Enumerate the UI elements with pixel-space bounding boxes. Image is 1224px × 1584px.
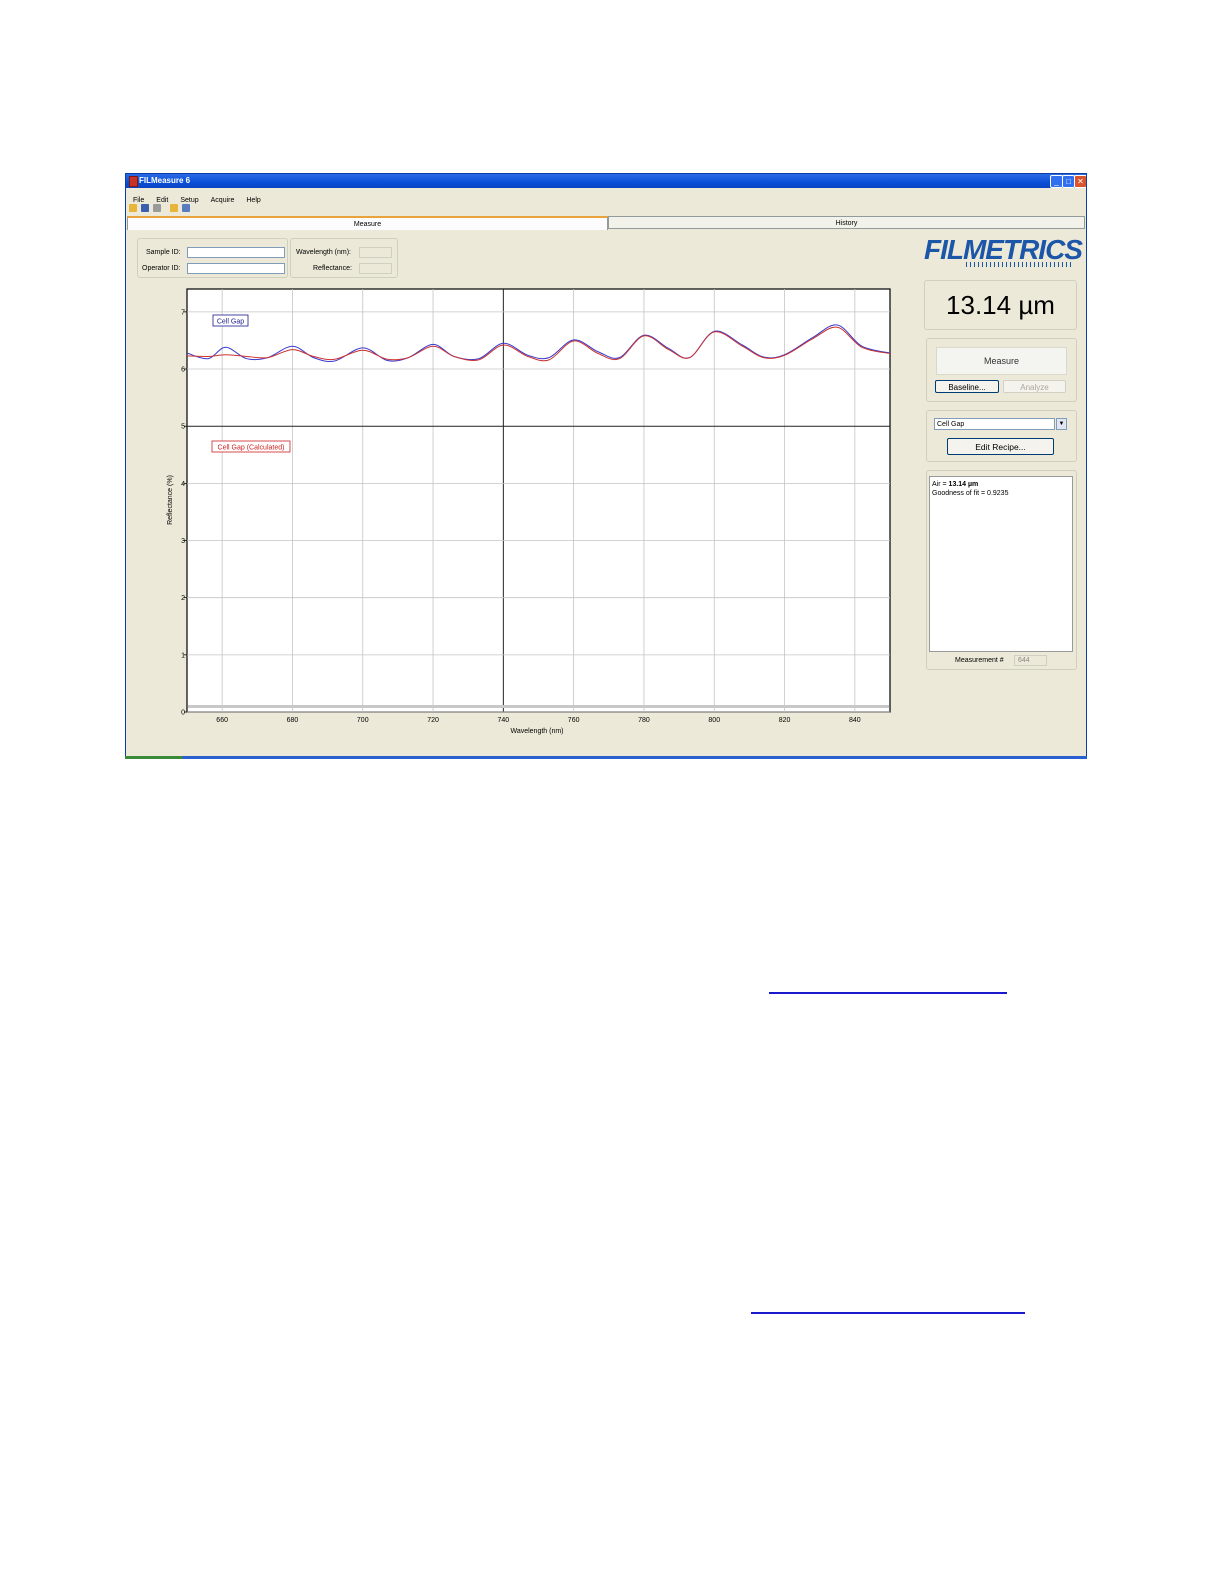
legend-cell-gap-label: Cell Gap: [217, 319, 244, 326]
measurement-number-value: 644: [1014, 655, 1047, 666]
y-tick-label-3: 3: [181, 538, 185, 545]
edit-recipe-button[interactable]: Edit Recipe...: [947, 438, 1054, 455]
x-tick-label-660: 660: [216, 717, 228, 724]
thickness-result: 13.14 µm: [946, 290, 1055, 320]
y-tick-label-4: 4: [181, 481, 185, 488]
legend-cell-gap: Cell Gap: [212, 314, 249, 327]
y-tick-label-6: 6: [181, 367, 185, 374]
y-tick-label-5: 5: [181, 424, 185, 431]
result-line-air: Air = 13.14 µm: [932, 480, 978, 489]
copy-icon[interactable]: [182, 204, 190, 212]
reflectance-label: Reflectance:: [313, 265, 352, 272]
print-icon[interactable]: [153, 204, 161, 212]
taskbar-strip: [125, 756, 1087, 759]
measure-button[interactable]: Measure: [936, 347, 1067, 375]
tab-measure[interactable]: Measure: [127, 216, 608, 230]
toolbar: [126, 202, 1086, 214]
x-tick-label-740: 740: [498, 717, 510, 724]
tab-bar: Measure History: [127, 216, 1085, 230]
y-tick-label-1: 1: [181, 652, 185, 659]
x-tick-label-760: 760: [568, 717, 580, 724]
analyze-button[interactable]: Analyze: [1003, 380, 1066, 393]
x-tick-label-720: 720: [427, 717, 439, 724]
x-tick-label-820: 820: [779, 717, 791, 724]
menu-bar: File Edit Setup Acquire Help: [126, 189, 1086, 204]
legend-calculated-label: Cell Gap (Calculated): [218, 445, 285, 452]
result-air-label: Air =: [932, 481, 949, 488]
baseline-button[interactable]: Baseline...: [935, 380, 999, 393]
close-button[interactable]: ✕: [1074, 175, 1086, 188]
measurement-number-label: Measurement #: [955, 657, 1004, 664]
window-title: FILMeasure 6: [139, 176, 191, 185]
y-tick-label-7: 7: [181, 309, 185, 316]
document-underline-2: [751, 1312, 1025, 1314]
y-axis-label: Reflectance (%): [167, 475, 174, 525]
reflectance-readout: [359, 263, 392, 274]
result-air-value: 13.14 µm: [948, 481, 979, 488]
legend-cell-gap-calculated: Cell Gap (Calculated): [211, 440, 291, 453]
app-icon: [129, 176, 138, 187]
chevron-down-icon[interactable]: ▼: [1056, 418, 1067, 430]
open-folder-icon[interactable]: [129, 204, 137, 212]
filmetrics-logo: FILMETRICS: [924, 234, 1083, 270]
x-tick-label-680: 680: [287, 717, 299, 724]
operator-id-label: Operator ID:: [142, 265, 181, 272]
title-bar[interactable]: FILMeasure 6 _ □ ✕: [126, 174, 1086, 188]
operator-id-field[interactable]: [187, 263, 285, 274]
recipe-select[interactable]: Cell Gap: [934, 418, 1055, 430]
wavelength-readout: [359, 247, 392, 258]
logo-ruler: [966, 262, 1071, 267]
x-tick-label-840: 840: [849, 717, 861, 724]
x-tick-label-780: 780: [638, 717, 650, 724]
result-line-goodness: Goodness of fit = 0.9235: [932, 490, 1009, 497]
y-tick-label-0: 0: [181, 710, 185, 717]
x-tick-label-800: 800: [708, 717, 720, 724]
sample-id-field[interactable]: [187, 247, 285, 258]
save-icon[interactable]: [141, 204, 149, 212]
y-tick-label-2: 2: [181, 595, 185, 602]
results-textbox[interactable]: Air = 13.14 µm Goodness of fit = 0.9235: [929, 476, 1073, 652]
baseline-band: [188, 705, 889, 708]
wavelength-label: Wavelength (nm):: [296, 249, 351, 256]
reflectance-chart[interactable]: 660 680 700 720 740 760 780 800 820 840 0 1 2 3 4 5 6 7 W…: [160, 286, 895, 738]
sample-id-label: Sample ID:: [146, 249, 181, 256]
chart-svg: 660 680 700 720 740 760 780 800 820 840 0 1 2 3 4 5 6 7 W…: [167, 288, 891, 735]
x-axis-label: Wavelength (nm): [510, 728, 563, 735]
document-underline-1: [769, 992, 1007, 994]
tab-history[interactable]: History: [608, 216, 1085, 229]
x-tick-label-700: 700: [357, 717, 369, 724]
open-recipe-icon[interactable]: [170, 204, 178, 212]
